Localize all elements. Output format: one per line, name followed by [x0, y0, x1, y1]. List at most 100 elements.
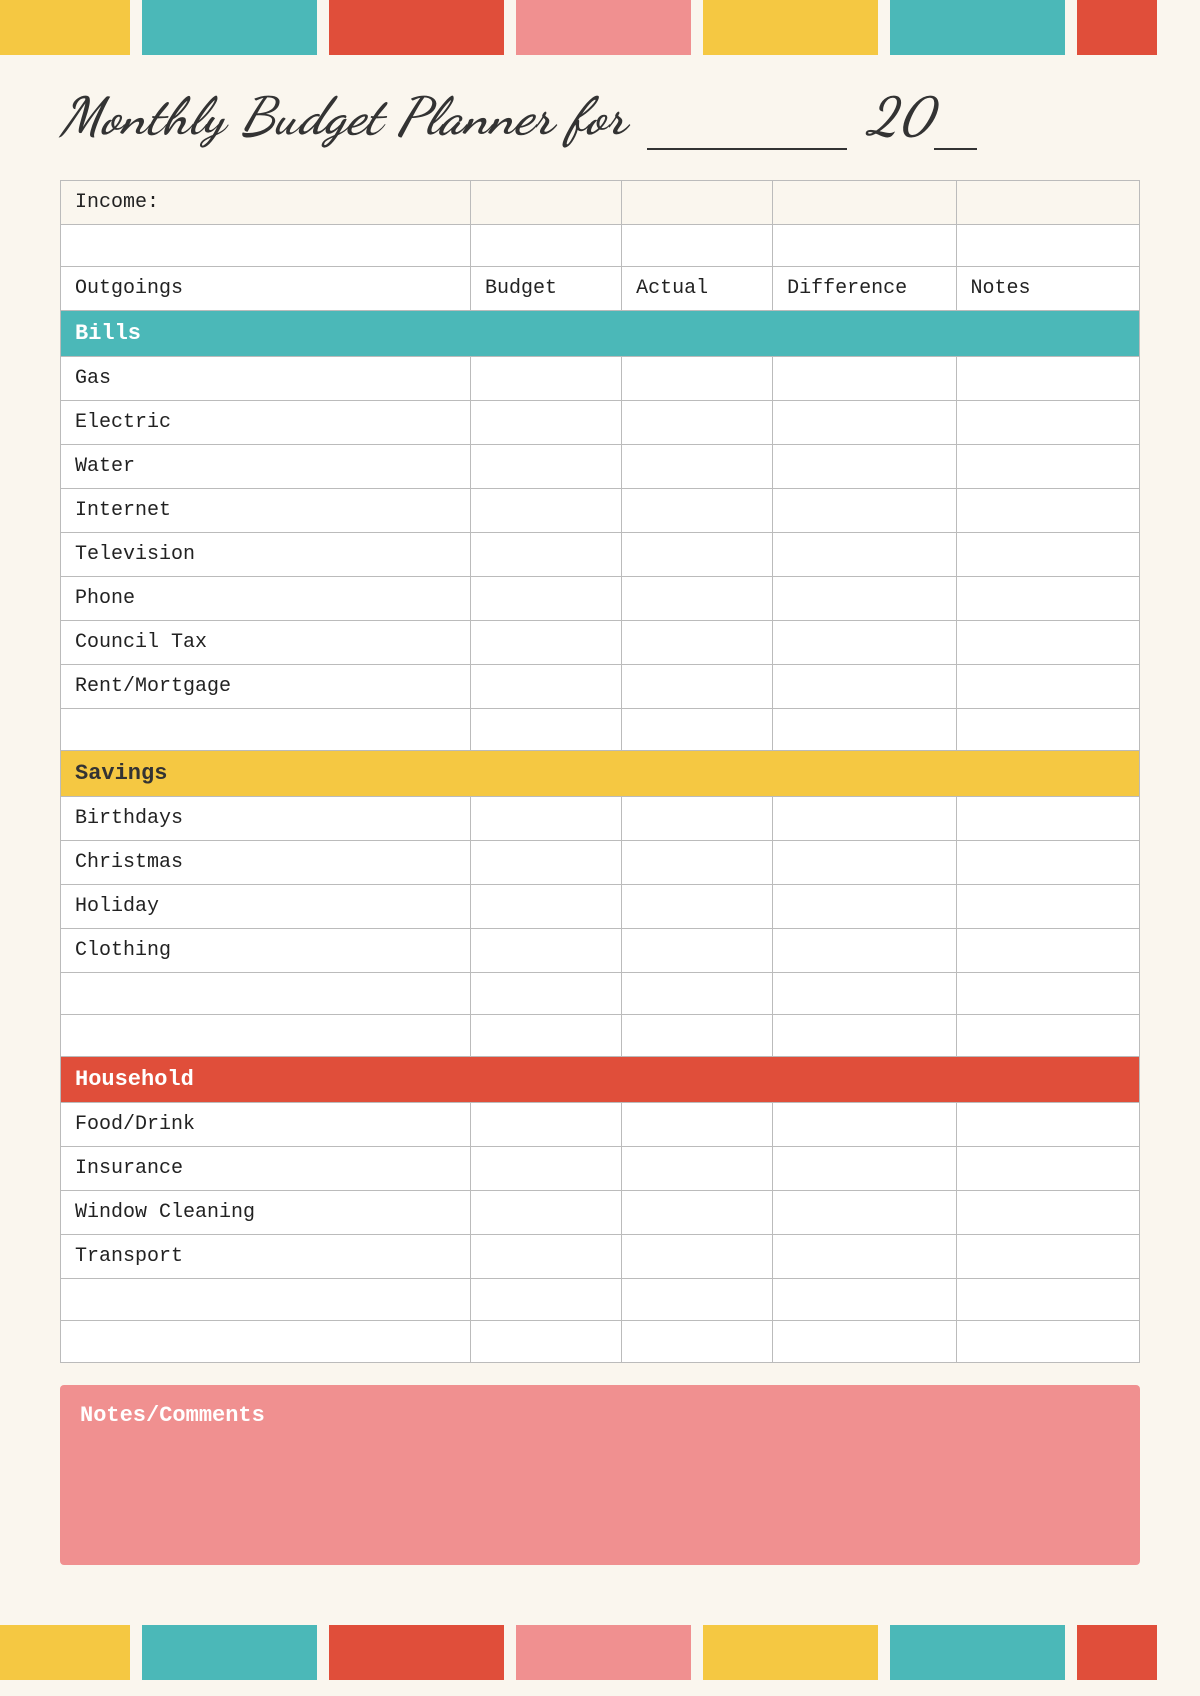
- birthdays-notes[interactable]: [956, 797, 1139, 841]
- top-bar-red2: [1077, 0, 1157, 55]
- internet-budget[interactable]: [471, 489, 622, 533]
- internet-actual[interactable]: [622, 489, 773, 533]
- food-budget[interactable]: [471, 1103, 622, 1147]
- tv-budget[interactable]: [471, 533, 622, 577]
- clothing-budget[interactable]: [471, 929, 622, 973]
- row-birthdays: Birthdays: [61, 797, 1140, 841]
- gas-notes[interactable]: [956, 357, 1139, 401]
- notes-label: Notes/Comments: [80, 1403, 1120, 1428]
- phone-diff[interactable]: [773, 577, 956, 621]
- row-transport: Transport: [61, 1235, 1140, 1279]
- top-bar-yellow: [0, 0, 130, 55]
- phone-budget[interactable]: [471, 577, 622, 621]
- christmas-notes[interactable]: [956, 841, 1139, 885]
- water-actual[interactable]: [622, 445, 773, 489]
- empty-row-household-1: [61, 1279, 1140, 1321]
- income-label: Income:: [61, 181, 471, 225]
- tv-notes[interactable]: [956, 533, 1139, 577]
- transport-diff[interactable]: [773, 1235, 956, 1279]
- holiday-actual[interactable]: [622, 885, 773, 929]
- bottom-bar-teal2: [890, 1625, 1065, 1680]
- water-diff[interactable]: [773, 445, 956, 489]
- council-tax-actual[interactable]: [622, 621, 773, 665]
- phone-actual[interactable]: [622, 577, 773, 621]
- electric-actual[interactable]: [622, 401, 773, 445]
- row-phone: Phone: [61, 577, 1140, 621]
- transport-notes[interactable]: [956, 1235, 1139, 1279]
- rent-diff[interactable]: [773, 665, 956, 709]
- insurance-notes[interactable]: [956, 1147, 1139, 1191]
- bottom-color-bars: [0, 1625, 1200, 1680]
- top-color-bars: [0, 0, 1200, 55]
- council-tax-budget[interactable]: [471, 621, 622, 665]
- insurance-budget[interactable]: [471, 1147, 622, 1191]
- income-budget[interactable]: [471, 181, 622, 225]
- holiday-notes[interactable]: [956, 885, 1139, 929]
- empty-row-after-income: [61, 225, 1140, 267]
- insurance-diff[interactable]: [773, 1147, 956, 1191]
- holiday-diff[interactable]: [773, 885, 956, 929]
- gas-budget[interactable]: [471, 357, 622, 401]
- window-diff[interactable]: [773, 1191, 956, 1235]
- window-actual[interactable]: [622, 1191, 773, 1235]
- transport-actual[interactable]: [622, 1235, 773, 1279]
- clothing-diff[interactable]: [773, 929, 956, 973]
- transport-budget[interactable]: [471, 1235, 622, 1279]
- income-actual[interactable]: [622, 181, 773, 225]
- internet-notes[interactable]: [956, 489, 1139, 533]
- gas-diff[interactable]: [773, 357, 956, 401]
- food-notes[interactable]: [956, 1103, 1139, 1147]
- electric-diff[interactable]: [773, 401, 956, 445]
- council-tax-diff[interactable]: [773, 621, 956, 665]
- internet-diff[interactable]: [773, 489, 956, 533]
- birthdays-actual[interactable]: [622, 797, 773, 841]
- clothing-notes[interactable]: [956, 929, 1139, 973]
- food-actual[interactable]: [622, 1103, 773, 1147]
- section-header-bills: Bills: [61, 311, 1140, 357]
- label-holiday: Holiday: [61, 885, 471, 929]
- row-insurance: Insurance: [61, 1147, 1140, 1191]
- row-electric: Electric: [61, 401, 1140, 445]
- window-notes[interactable]: [956, 1191, 1139, 1235]
- label-rent-mortgage: Rent/Mortgage: [61, 665, 471, 709]
- label-window-cleaning: Window Cleaning: [61, 1191, 471, 1235]
- christmas-actual[interactable]: [622, 841, 773, 885]
- water-budget[interactable]: [471, 445, 622, 489]
- bottom-bar-red2: [1077, 1625, 1157, 1680]
- income-diff[interactable]: [773, 181, 956, 225]
- top-bar-teal2: [890, 0, 1065, 55]
- rent-budget[interactable]: [471, 665, 622, 709]
- christmas-diff[interactable]: [773, 841, 956, 885]
- electric-budget[interactable]: [471, 401, 622, 445]
- title-month-blank[interactable]: [647, 85, 847, 150]
- electric-notes[interactable]: [956, 401, 1139, 445]
- empty-row-household-2: [61, 1321, 1140, 1363]
- birthdays-diff[interactable]: [773, 797, 956, 841]
- top-bar-pink: [516, 0, 691, 55]
- gas-actual[interactable]: [622, 357, 773, 401]
- row-rent-mortgage: Rent/Mortgage: [61, 665, 1140, 709]
- phone-notes[interactable]: [956, 577, 1139, 621]
- label-insurance: Insurance: [61, 1147, 471, 1191]
- christmas-budget[interactable]: [471, 841, 622, 885]
- empty-row-after-bills: [61, 709, 1140, 751]
- food-diff[interactable]: [773, 1103, 956, 1147]
- label-food-drink: Food/Drink: [61, 1103, 471, 1147]
- column-headers-row: Outgoings Budget Actual Difference Notes: [61, 267, 1140, 311]
- insurance-actual[interactable]: [622, 1147, 773, 1191]
- rent-notes[interactable]: [956, 665, 1139, 709]
- window-budget[interactable]: [471, 1191, 622, 1235]
- tv-actual[interactable]: [622, 533, 773, 577]
- top-bar-teal: [142, 0, 317, 55]
- birthdays-budget[interactable]: [471, 797, 622, 841]
- water-notes[interactable]: [956, 445, 1139, 489]
- header-difference: Difference: [773, 267, 956, 311]
- rent-actual[interactable]: [622, 665, 773, 709]
- label-television: Television: [61, 533, 471, 577]
- tv-diff[interactable]: [773, 533, 956, 577]
- income-notes[interactable]: [956, 181, 1139, 225]
- page-title: Monthly Budget Planner for 20: [60, 85, 1140, 150]
- council-tax-notes[interactable]: [956, 621, 1139, 665]
- holiday-budget[interactable]: [471, 885, 622, 929]
- clothing-actual[interactable]: [622, 929, 773, 973]
